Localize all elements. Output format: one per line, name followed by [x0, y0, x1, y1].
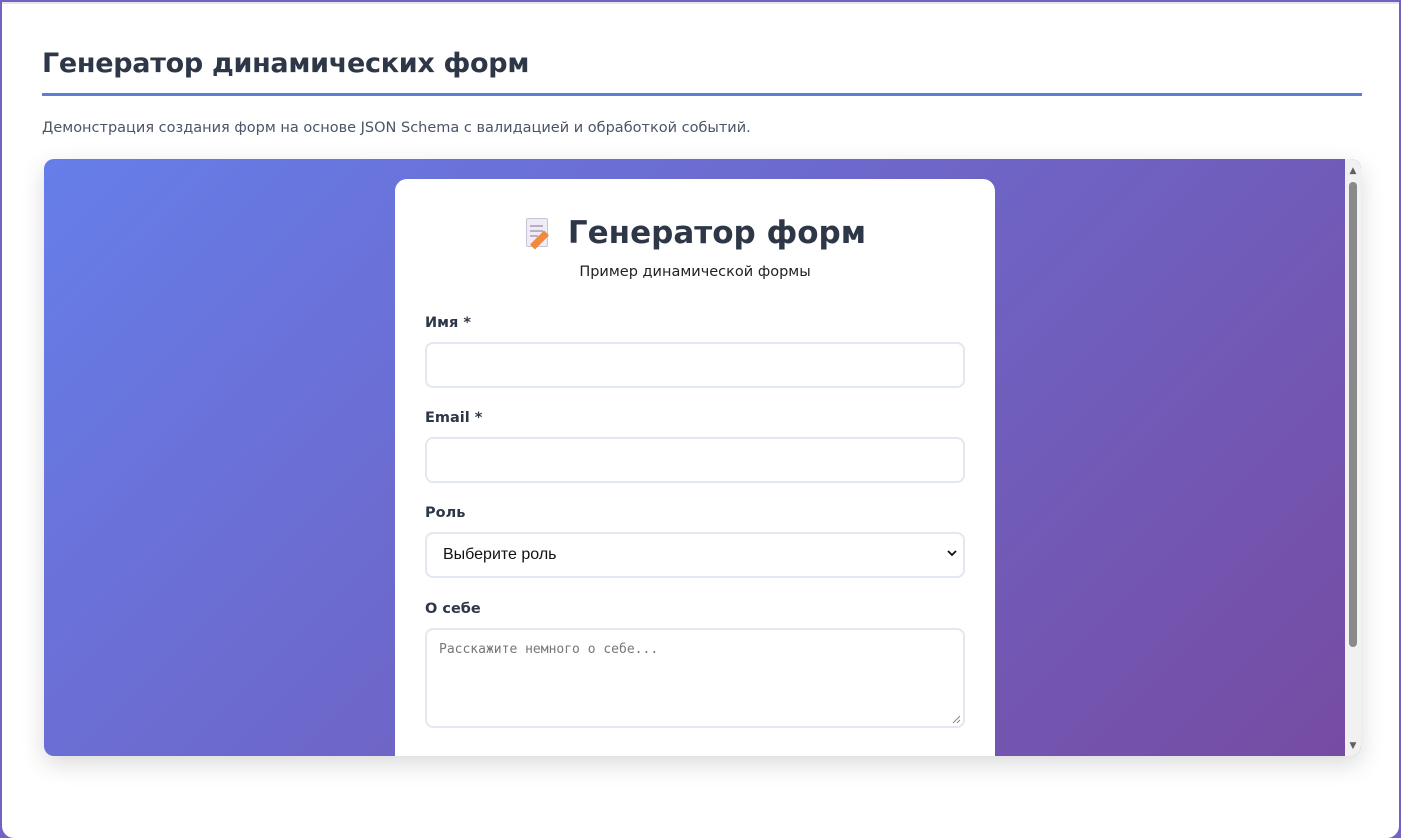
name-input[interactable] [425, 342, 965, 388]
about-textarea[interactable]: Расскажите немного о себе... [425, 628, 965, 728]
form-preview-frame[interactable]: Генератор форм Пример динамической формы… [44, 159, 1361, 756]
scroll-up-arrow-icon[interactable]: ▲ [1345, 163, 1361, 179]
role-select[interactable]: Выберите роль [425, 532, 965, 578]
form-header: Генератор форм [395, 215, 995, 251]
email-input[interactable] [425, 437, 965, 483]
preview-scrollbar[interactable]: ▲ ▼ [1345, 159, 1361, 756]
scroll-down-arrow-icon[interactable]: ▼ [1345, 738, 1361, 754]
email-label: Email * [425, 410, 483, 426]
name-label: Имя * [425, 315, 471, 331]
app-window: Генератор динамических форм Демонстрация… [0, 0, 1401, 838]
about-label: О себе [425, 601, 481, 617]
chevron-down-icon [947, 550, 957, 557]
form-title: Генератор форм [567, 215, 867, 251]
main-panel: Генератор динамических форм Демонстрация… [2, 2, 1399, 838]
role-select-value: Выберите роль [443, 546, 557, 563]
form-card: Генератор форм Пример динамической формы… [395, 179, 995, 756]
form-description: Пример динамической формы [579, 264, 811, 280]
page-subtitle: Демонстрация создания форм на основе JSO… [42, 120, 751, 136]
title-divider [42, 93, 1362, 96]
resize-handle-icon[interactable] [952, 715, 961, 724]
memo-icon [524, 217, 554, 250]
about-placeholder: Расскажите немного о себе... [439, 642, 659, 657]
scroll-thumb[interactable] [1349, 182, 1357, 647]
role-label: Роль [425, 505, 466, 521]
page-title: Генератор динамических форм [42, 48, 530, 79]
